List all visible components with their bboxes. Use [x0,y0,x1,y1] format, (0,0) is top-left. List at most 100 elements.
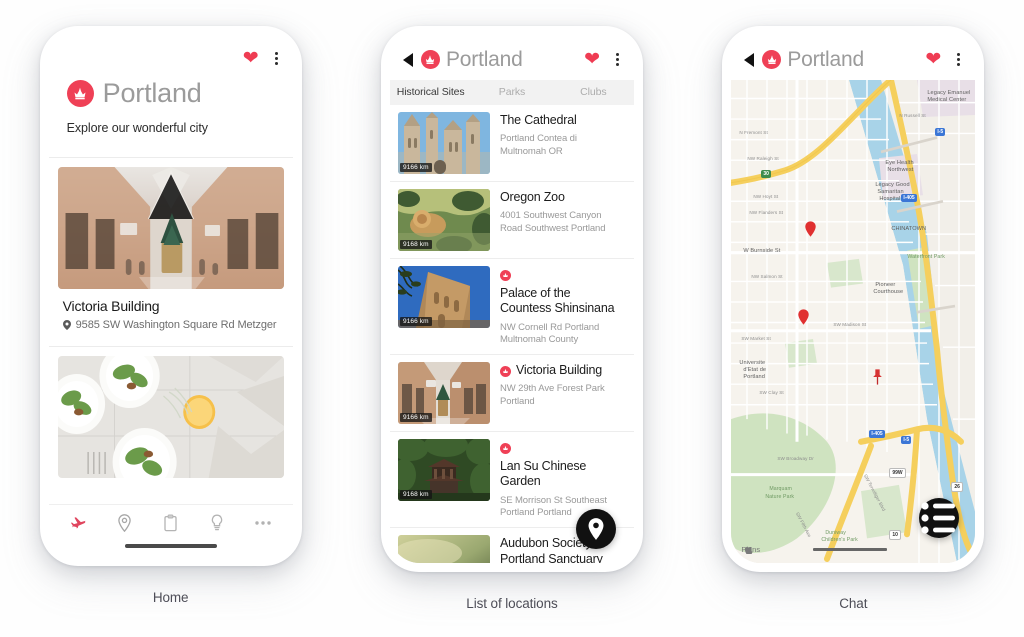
caption-home: Home [152,590,189,605]
list-item-title-text: Oregon Zoo [499,190,565,204]
phone-home: ❤ Portland Explore our wonderful city Vi… [39,26,302,605]
distance-badge: 9168 km [399,240,432,249]
phone-frame-chat: Portland ❤ Legacy Emanuel Medical Center… [722,26,985,572]
home-indicator [124,544,217,548]
list-item[interactable]: 9166 km The Cathedral Portland Contea di… [389,105,634,182]
back-arrow-icon[interactable] [402,52,413,67]
map-canvas [731,80,976,563]
caption-list: List of locations [466,596,558,611]
cathedral-photo: 9166 km [397,112,490,174]
screen-chat: Portland ❤ Legacy Emanuel Medical Center… [731,35,976,563]
card-address-row: 9585 SW Washington Square Rd Metzger [62,319,279,333]
route-shield: 26 [951,482,963,492]
route-shield: 30 [761,170,771,178]
list-item-text: Palace of the Countess Shinsinana NW Cor… [499,266,624,347]
list-item[interactable]: 9166 km Palace of the Countess Shinsinan… [389,259,634,356]
map-pin-icon[interactable] [804,220,817,238]
chat-appbar: Portland ❤ [731,35,976,80]
card-address: 9585 SW Washington Square Rd Metzger [75,319,277,331]
list-item-title-text: Palace of the Countess Shinsinana [499,286,615,316]
list-item-address: NW 29th Ave Forest Park Portland [499,383,605,408]
list-item[interactable]: 9166 km Victoria Building NW 29th Ave Fo… [389,355,634,433]
home-subtitle: Explore our wonderful city [66,121,208,135]
favorite-badge-icon [499,270,511,281]
distance-badge: 9166 km [399,413,432,423]
phone-frame-home: ❤ Portland Explore our wonderful city Vi… [39,26,302,566]
tab-historical-sites[interactable]: Historical Sites [390,86,471,98]
airplane-icon[interactable] [65,514,93,532]
route-shield: 10 [889,530,901,540]
kebab-menu-icon[interactable] [273,50,280,67]
favorite-badge-icon [499,366,511,378]
home-card-body: Victoria Building 9585 SW Washington Squ… [49,289,293,346]
page-title: Portland [445,48,523,71]
page-title: Portland [787,48,864,71]
kebab-menu-icon[interactable] [614,51,621,68]
list-item-title-text: Lan Su Chinese Garden [499,459,587,489]
screens-stage: ❤ Portland Explore our wonderful city Vi… [0,0,1024,637]
chat-list-fab[interactable] [919,498,960,538]
kebab-menu-icon[interactable] [955,51,962,68]
forest-fog-photo [397,535,490,563]
list-item[interactable]: 9168 km Oregon Zoo 4001 Southwest Canyon… [389,182,634,259]
favorite-badge-icon [499,443,511,455]
map-pin-icon [588,518,604,540]
crown-emblem-icon [66,80,94,107]
map-pin-icon[interactable] [797,308,810,326]
list-item-text: Oregon Zoo 4001 Southwest Canyon Road So… [500,189,624,236]
palace-photo: 9166 km [397,266,490,328]
pushpin-icon[interactable] [871,368,884,386]
heart-icon[interactable]: ❤ [243,49,259,68]
list-item-text: The Cathedral Portland Contea di Multnom… [500,112,624,159]
list-item-text: Victoria Building NW 29th Ave Forest Par… [499,362,624,409]
route-shield: I-5 [935,128,946,136]
list-item-title: Palace of the Countess Shinsinana [499,267,624,317]
location-pin-icon [62,320,71,333]
distance-badge: 9166 km [399,317,432,326]
heart-icon[interactable]: ❤ [925,50,941,69]
back-arrow-icon[interactable] [744,52,755,67]
list-item-title-text: Victoria Building [515,363,602,378]
crown-emblem-icon [420,50,440,69]
locations-list[interactable]: 9166 km The Cathedral Portland Contea di… [389,105,634,563]
heart-icon[interactable]: ❤ [584,50,600,69]
location-pin-icon[interactable] [111,514,139,532]
zoo-lion-photo: 9168 km [397,189,490,251]
list-item-address: NW Cornell Rd Portland Multnomah County [499,321,600,346]
route-shield: 99W [889,468,906,478]
chinese-garden-photo: 9168 km [397,439,490,502]
list-item-text: Lan Su Chinese Garden SE Morrison St Sou… [499,439,624,520]
list-item-title: Victoria Building [499,363,624,378]
home-title-row: Portland [66,80,275,107]
category-tabs: Historical Sites Parks Clubs [389,80,634,105]
map-scale-bar [813,548,888,551]
lightbulb-icon[interactable] [203,514,231,532]
salad-plates-photo [57,356,284,478]
phone-frame-list: Portland ❤ Historical Sites Parks Clubs [380,26,643,572]
map-pin-fab[interactable] [575,509,616,549]
shopping-arcade-photo [57,167,284,289]
clipboard-icon[interactable] [157,514,185,532]
screen-list: Portland ❤ Historical Sites Parks Clubs [389,35,634,563]
home-card-food[interactable] [48,347,293,478]
list-item-title: Oregon Zoo [500,190,624,205]
home-appbar: ❤ [48,35,293,72]
caption-chat: Chat [839,596,868,611]
phone-chat: Portland ❤ Legacy Emanuel Medical Center… [722,26,985,611]
map-view[interactable]: Legacy Emanuel Medical Center N Russell … [731,80,976,563]
list-item-title: The Cathedral [500,113,624,128]
tab-clubs[interactable]: Clubs [553,86,634,98]
home-card-victoria[interactable]: Victoria Building 9585 SW Washington Squ… [48,158,293,346]
route-shield: I-405 [901,194,917,202]
route-shield: I-405 [869,430,885,438]
phone-list: Portland ❤ Historical Sites Parks Clubs [380,26,643,611]
home-bottom-nav [48,504,293,536]
crown-emblem-icon [762,50,782,69]
route-shield: I-5 [901,436,912,444]
victoria-building-photo: 9166 km [397,362,490,425]
tab-parks[interactable]: Parks [471,86,552,98]
ellipsis-icon[interactable] [249,520,277,526]
card-title: Victoria Building [62,298,160,314]
distance-badge: 9168 km [399,490,432,500]
list-item-title-text: The Cathedral [499,113,577,127]
